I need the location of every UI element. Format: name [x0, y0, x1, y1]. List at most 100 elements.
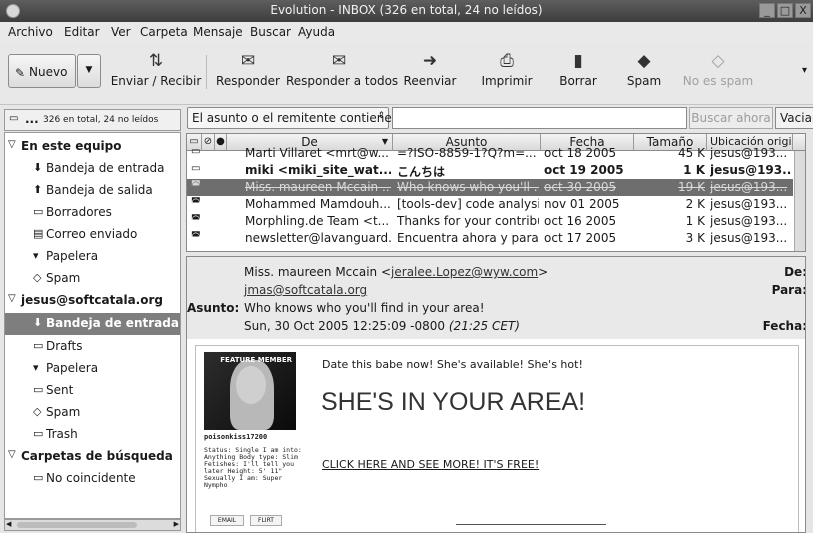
- not-spam-button[interactable]: ◇ No es spam: [680, 49, 756, 99]
- reply-icon: ✉: [240, 51, 256, 71]
- message-row[interactable]: ◚ Mohammed Mamdouh... [tools-dev] code a…: [187, 196, 793, 213]
- minimize-button[interactable]: _: [759, 3, 775, 18]
- folder-sent-account[interactable]: ▭ Sent: [5, 380, 180, 402]
- message-row[interactable]: ▭ Marti Villaret <mrt@w... =?ISO-8859-1?…: [187, 145, 793, 162]
- outbox-icon: ⬆: [33, 183, 43, 196]
- folder-group-label: En este equipo: [21, 139, 122, 153]
- message-row[interactable]: ▭ miki <miki_site_wat... こんちは oct 19 200…: [187, 162, 793, 179]
- message-list: ▭ ⊘ ● De ▼ Asunto Fecha Tamaño Ubicación …: [186, 133, 806, 252]
- recipient-email-link[interactable]: jmas@softcatala.org: [244, 283, 367, 297]
- header-to-label: Para:: [771, 283, 806, 297]
- sender-email-link[interactable]: jeralee.Lopez@wyw.com: [391, 265, 538, 279]
- folder-label: Drafts: [46, 339, 83, 353]
- message-location: jesus@193...: [710, 163, 792, 177]
- folder-inbox-account[interactable]: ⬇ Bandeja de entrada (: [5, 313, 180, 335]
- new-dropdown-button[interactable]: ▼: [77, 54, 101, 88]
- menu-bar: Archivo Editar Ver Carpeta Mensaje Busca…: [0, 22, 813, 43]
- chevron-down-icon: ▼: [85, 65, 93, 75]
- folder-unmatched[interactable]: ▭ No coincidente: [5, 468, 180, 490]
- close-button[interactable]: X: [795, 3, 811, 18]
- folder-inbox-local[interactable]: ⬇ Bandeja de entrada: [5, 158, 180, 180]
- folder-group-label: jesus@softcatala.org: [21, 293, 163, 307]
- folder-trash2-account[interactable]: ▭ Trash: [5, 424, 180, 446]
- search-now-button[interactable]: Buscar ahora: [689, 107, 773, 129]
- folder-spam-local[interactable]: ◇ Spam: [5, 268, 180, 290]
- folder-drafts-local[interactable]: ▭ Borradores: [5, 202, 180, 224]
- flirt-button[interactable]: FLIRT: [250, 515, 282, 526]
- expand-arrow-icon[interactable]: ▽: [8, 293, 16, 304]
- message-subject: Who knows who you'll ...: [397, 180, 539, 194]
- spam-button[interactable]: ◆ Spam: [624, 49, 664, 99]
- sidebar-scrollbar[interactable]: ◀ ▶: [4, 519, 181, 531]
- folder-label: Spam: [46, 271, 81, 285]
- search-input[interactable]: [392, 107, 687, 129]
- menu-ver[interactable]: Ver: [111, 25, 131, 39]
- reply-button[interactable]: ✉ Responder: [212, 49, 284, 99]
- message-from: Morphling.de Team <t...: [245, 214, 390, 228]
- folder-spam-account[interactable]: ◇ Spam: [5, 402, 180, 424]
- message-size: 3 K: [685, 231, 705, 245]
- folder-label: Sent: [46, 383, 74, 397]
- unread-mail-icon: ▭: [191, 163, 201, 174]
- header-date: Fecha: Sun, 30 Oct 2005 12:25:09 -0800 (…: [187, 317, 805, 335]
- header-from-value: Miss. maureen Mccain <jeralee.Lopez@wyw.…: [244, 265, 548, 279]
- toolbar-overflow-icon[interactable]: ▾: [802, 65, 807, 76]
- message-subject: [tools-dev] code analysis...: [397, 197, 539, 211]
- reply-all-button[interactable]: ✉ Responder a todos: [286, 49, 398, 99]
- message-subject: =?ISO-8859-1?Q?m=...: [397, 146, 537, 160]
- forward-button[interactable]: ➜ Reenviar: [400, 49, 460, 99]
- search-filter-select[interactable]: El asunto o el remitente contiene ⇕: [187, 107, 392, 129]
- message-size: 1 K: [685, 214, 705, 228]
- menu-ayuda[interactable]: Ayuda: [298, 25, 335, 39]
- message-row-selected[interactable]: ◚ Miss. maureen Mccain ... Who knows who…: [187, 179, 793, 196]
- header-date-value: Sun, 30 Oct 2005 12:25:09 -0800 (21:25 C…: [244, 319, 520, 333]
- folder-trash-local[interactable]: ▾ Papelera: [5, 246, 180, 268]
- maximize-button[interactable]: □: [777, 3, 793, 18]
- header-subject: Asunto: Who knows who you'll find in you…: [187, 299, 805, 317]
- profile-photo[interactable]: FEATURE MEMBER: [204, 352, 296, 430]
- folder-group-account[interactable]: ▽ jesus@softcatala.org: [5, 290, 180, 312]
- ad-tagline: Date this babe now! She's available! She…: [322, 358, 583, 371]
- folder-sent-local[interactable]: ▤ Correo enviado: [5, 224, 180, 246]
- print-button[interactable]: ⎙ Imprimir: [477, 49, 537, 99]
- message-size: 45 K: [678, 146, 705, 160]
- expand-arrow-icon[interactable]: ▽: [8, 449, 16, 460]
- ad-link[interactable]: CLICK HERE AND SEE MORE! IT'S FREE!: [322, 458, 539, 471]
- delete-button[interactable]: ▮ Borrar: [555, 49, 601, 99]
- folder-summary-dots: ...: [25, 112, 39, 126]
- spinner-arrows-icon: ⇕: [377, 111, 385, 121]
- send-receive-button[interactable]: ⇅ Enviar / Recibir: [110, 49, 202, 99]
- preview-pane: De: Miss. maureen Mccain <jeralee.Lopez@…: [186, 256, 806, 533]
- message-row[interactable]: ◚ newsletter@lavanguard... Encuentra aho…: [187, 230, 793, 247]
- folder-trash-account[interactable]: ▾ Papelera: [5, 358, 180, 380]
- folder-outbox[interactable]: ⬆ Bandeja de salida: [5, 180, 180, 202]
- folder-group-search[interactable]: ▽ Carpetas de búsqueda: [5, 446, 180, 468]
- mail-folder-icon: ▭: [9, 113, 19, 124]
- folder-drafts-account[interactable]: ▭ Drafts: [5, 336, 180, 358]
- clear-search-button[interactable]: Vaciar: [775, 107, 813, 129]
- message-headers: De: Miss. maureen Mccain <jeralee.Lopez@…: [187, 257, 806, 339]
- ad-headline: SHE'S IN YOUR AREA!: [321, 388, 586, 416]
- scroll-left-icon[interactable]: ◀: [6, 520, 11, 528]
- message-size: 19 K: [678, 180, 705, 194]
- sent-mail-icon: ▤: [33, 227, 44, 240]
- menu-buscar[interactable]: Buscar: [250, 25, 291, 39]
- trash-icon: ▾: [33, 249, 39, 262]
- message-row[interactable]: ◚ Morphling.de Team <t... Thanks for you…: [187, 213, 793, 230]
- message-size: 2 K: [685, 197, 705, 211]
- search-filter-label: El asunto o el remitente contiene: [192, 111, 392, 125]
- message-list-scrollbar[interactable]: [794, 151, 805, 251]
- folder-label: Trash: [46, 427, 78, 441]
- new-button[interactable]: ✎ Nuevo: [8, 54, 76, 88]
- expand-arrow-icon[interactable]: ▽: [8, 139, 16, 150]
- menu-editar[interactable]: Editar: [64, 25, 100, 39]
- message-from: Marti Villaret <mrt@w...: [245, 146, 389, 160]
- menu-mensaje[interactable]: Mensaje: [193, 25, 243, 39]
- folder-group-local[interactable]: ▽ En este equipo: [5, 136, 180, 158]
- menu-carpeta[interactable]: Carpeta: [140, 25, 188, 39]
- scroll-right-icon[interactable]: ▶: [174, 520, 179, 528]
- scrollbar-thumb[interactable]: [17, 522, 137, 528]
- menu-archivo[interactable]: Archivo: [8, 25, 53, 39]
- email-button[interactable]: EMAIL: [210, 515, 244, 526]
- folder-summary: ▭ ... 326 en total, 24 no leídos: [4, 109, 181, 131]
